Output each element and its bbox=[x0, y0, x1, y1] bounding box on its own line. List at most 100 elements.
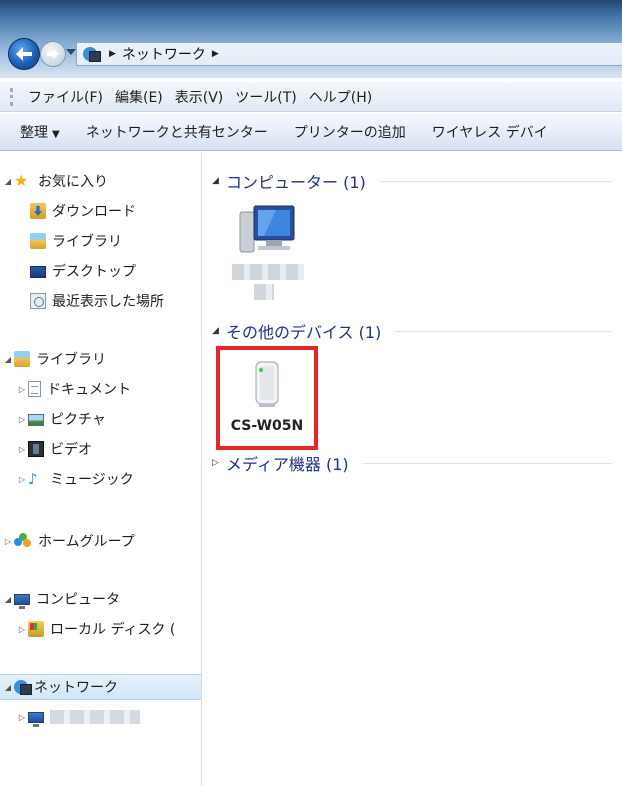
nav-item-libraries[interactable]: ◢ ライブラリ bbox=[0, 346, 201, 372]
collapsed-triangle-icon[interactable]: ▷ bbox=[16, 475, 28, 484]
menu-grip bbox=[10, 88, 13, 106]
chevron-down-icon: ▼ bbox=[52, 128, 60, 140]
redacted-computer-label-2 bbox=[254, 284, 274, 300]
forward-button[interactable] bbox=[40, 41, 66, 67]
recent-pages-dropdown[interactable] bbox=[66, 49, 76, 55]
computer-icon bbox=[14, 594, 30, 609]
nav-item-network[interactable]: ◢ ネットワーク bbox=[0, 674, 201, 700]
group-header-media-devices[interactable]: ▷ メディア機器 (1) bbox=[212, 450, 612, 476]
nav-item-label: ホームグループ bbox=[38, 534, 135, 550]
download-folder-icon bbox=[30, 203, 46, 219]
library-icon bbox=[14, 351, 30, 367]
collapsed-triangle-icon[interactable]: ▷ bbox=[16, 625, 28, 634]
collapsed-triangle-icon[interactable]: ▷ bbox=[16, 445, 28, 454]
group-title: メディア機器 (1) bbox=[226, 455, 349, 474]
nav-item-recent-places[interactable]: 最近表示した場所 bbox=[0, 288, 201, 314]
computer-icon bbox=[28, 712, 44, 727]
recent-places-icon bbox=[30, 293, 46, 309]
address-bar[interactable]: ▶ ネットワーク ▶ bbox=[76, 42, 622, 66]
nav-item-network-computer[interactable]: ▷ bbox=[0, 704, 201, 730]
network-sharing-center-button[interactable]: ネットワークと共有センター bbox=[86, 122, 268, 142]
collapsed-triangle-icon[interactable]: ▷ bbox=[2, 537, 14, 546]
nav-item-label: ネットワーク bbox=[34, 680, 118, 696]
navigation-pane: ◢ ★ お気に入り ダウンロード ライブラリ デスクトップ 最近表示した場所 ◢… bbox=[0, 152, 202, 786]
device-item-cs-w05n[interactable]: CS-W05N bbox=[220, 350, 314, 446]
collapsed-triangle-icon[interactable]: ▷ bbox=[212, 458, 226, 468]
nav-item-label: ピクチャ bbox=[50, 412, 106, 428]
desktop-icon bbox=[30, 266, 46, 278]
nav-item-homegroup[interactable]: ▷ ホームグループ bbox=[0, 528, 201, 554]
group-title: その他のデバイス (1) bbox=[226, 323, 382, 342]
organize-label: 整理 bbox=[20, 124, 48, 141]
menu-file[interactable]: ファイル(F) bbox=[28, 87, 103, 107]
computer-item[interactable] bbox=[228, 202, 308, 312]
group-divider bbox=[395, 330, 612, 332]
nav-item-label: ミュージック bbox=[50, 472, 134, 488]
expanded-triangle-icon[interactable]: ◢ bbox=[2, 355, 14, 364]
wireless-device-button[interactable]: ワイヤレス デバイ bbox=[432, 122, 548, 142]
expanded-triangle-icon[interactable]: ◢ bbox=[2, 683, 14, 692]
nav-item-label: デスクトップ bbox=[52, 264, 136, 280]
arrow-right-icon bbox=[47, 49, 59, 59]
nav-item-label: ライブラリ bbox=[52, 234, 122, 250]
back-button[interactable] bbox=[8, 38, 40, 70]
nav-item-computer[interactable]: ◢ コンピュータ bbox=[0, 586, 201, 612]
nav-item-documents[interactable]: ▷ ドキュメント bbox=[0, 376, 201, 402]
collapsed-triangle-icon[interactable]: ▷ bbox=[16, 713, 28, 722]
nav-item-label: コンピュータ bbox=[36, 592, 120, 608]
library-icon bbox=[30, 233, 46, 249]
nav-item-local-disk[interactable]: ▷ ローカル ディスク ( bbox=[0, 616, 201, 642]
add-printer-button[interactable]: プリンターの追加 bbox=[294, 122, 406, 142]
redacted-computer-name bbox=[50, 710, 140, 724]
nav-item-favorites[interactable]: ◢ ★ お気に入り bbox=[0, 168, 201, 194]
router-device-icon bbox=[255, 361, 279, 407]
collapsed-triangle-icon[interactable]: ▷ bbox=[16, 415, 28, 424]
command-bar: 整理 ▼ ネットワークと共有センター プリンターの追加 ワイヤレス デバイ bbox=[0, 113, 622, 151]
group-divider bbox=[379, 180, 612, 182]
group-divider bbox=[362, 462, 612, 464]
menu-view[interactable]: 表示(V) bbox=[175, 87, 224, 107]
expanded-triangle-icon[interactable]: ◢ bbox=[2, 177, 14, 186]
expanded-triangle-icon[interactable]: ◢ bbox=[2, 595, 14, 604]
menu-tools[interactable]: ツール(T) bbox=[235, 87, 296, 107]
nav-item-label: ライブラリ bbox=[36, 352, 106, 368]
computer-monitor-icon bbox=[239, 205, 295, 253]
organize-button[interactable]: 整理 ▼ bbox=[20, 122, 60, 142]
group-title: コンピューター (1) bbox=[226, 173, 366, 192]
collapsed-triangle-icon[interactable]: ▷ bbox=[16, 385, 28, 394]
breadcrumb-separator-icon[interactable]: ▶ bbox=[212, 49, 219, 59]
breadcrumb-separator-icon[interactable]: ▶ bbox=[109, 49, 116, 59]
nav-item-downloads[interactable]: ダウンロード bbox=[0, 198, 201, 224]
nav-item-label: ダウンロード bbox=[52, 204, 136, 220]
expanded-triangle-icon[interactable]: ◢ bbox=[212, 176, 226, 186]
nav-item-label: お気に入り bbox=[38, 174, 108, 190]
network-icon bbox=[14, 680, 32, 695]
title-bar: ▶ ネットワーク ▶ bbox=[0, 0, 622, 78]
breadcrumb-network[interactable]: ネットワーク bbox=[122, 44, 206, 64]
homegroup-icon bbox=[14, 533, 32, 549]
video-icon bbox=[28, 441, 44, 457]
menu-edit[interactable]: 編集(E) bbox=[115, 87, 163, 107]
expanded-triangle-icon[interactable]: ◢ bbox=[212, 326, 226, 336]
nav-item-videos[interactable]: ▷ ビデオ bbox=[0, 436, 201, 462]
pictures-icon bbox=[28, 414, 44, 426]
nav-item-label: ローカル ディスク ( bbox=[50, 622, 176, 638]
nav-item-label: 最近表示した場所 bbox=[52, 294, 164, 310]
device-label: CS-W05N bbox=[230, 418, 304, 434]
music-note-icon: ♪ bbox=[28, 470, 38, 488]
network-icon bbox=[83, 47, 101, 62]
star-icon: ★ bbox=[14, 171, 29, 190]
local-disk-icon bbox=[28, 621, 44, 637]
nav-item-music[interactable]: ▷ ♪ ミュージック bbox=[0, 466, 201, 492]
menu-help[interactable]: ヘルプ(H) bbox=[309, 87, 372, 107]
nav-item-pictures[interactable]: ▷ ピクチャ bbox=[0, 406, 201, 432]
nav-item-label: ドキュメント bbox=[47, 382, 131, 398]
arrow-left-icon bbox=[16, 47, 32, 61]
redacted-computer-label bbox=[232, 264, 304, 280]
nav-item-label: ビデオ bbox=[50, 442, 92, 458]
nav-item-libraries-favorite[interactable]: ライブラリ bbox=[0, 228, 201, 254]
group-header-computers[interactable]: ◢ コンピューター (1) bbox=[212, 168, 612, 194]
group-header-other-devices[interactable]: ◢ その他のデバイス (1) bbox=[212, 318, 612, 344]
documents-icon bbox=[28, 381, 41, 397]
nav-item-desktop[interactable]: デスクトップ bbox=[0, 258, 201, 284]
